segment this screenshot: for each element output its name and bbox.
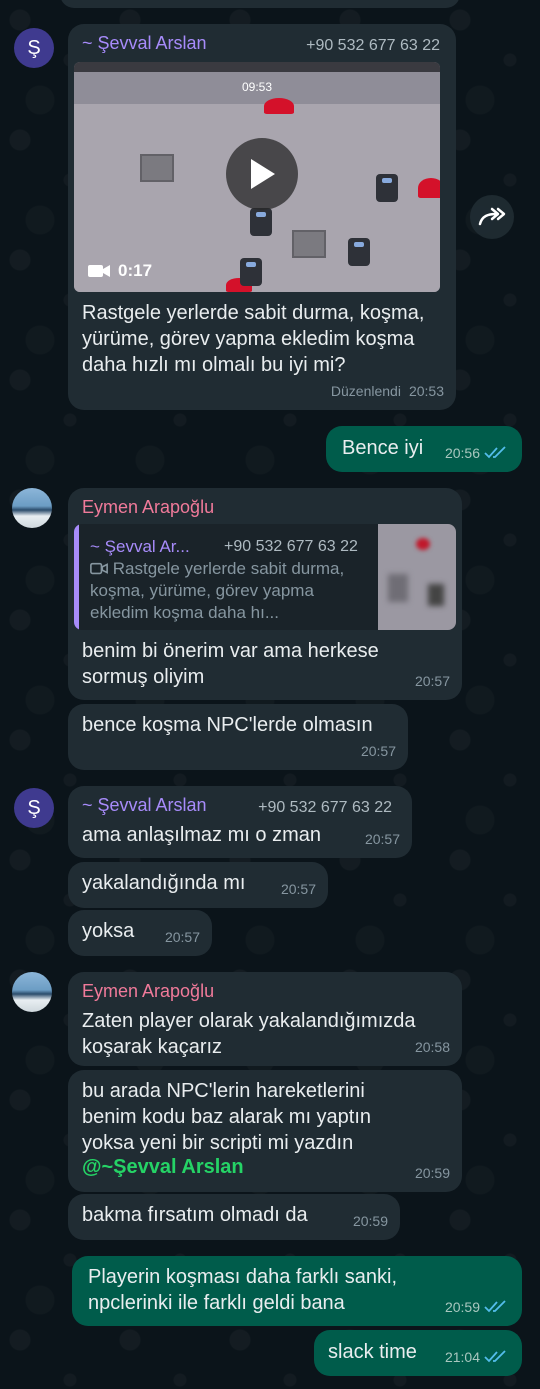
message-meta: 21:04 [445,1344,510,1370]
sender-name[interactable]: Eymen Arapoğlu [82,980,448,1002]
avatar-initial: Ş [27,36,41,59]
scene-red-dome [418,178,440,198]
message-time: 20:56 [444,445,480,461]
video-camera-icon [88,265,110,277]
incoming-message[interactable]: bu arada NPC'lerin hareketlerini benim k… [68,1070,462,1192]
quote-text: Rastgele yerlerde sabit durma, koşma, yü… [90,558,360,624]
edited-label: Düzenlendi [330,383,401,399]
mention-link[interactable]: @~Şevval Arslan [82,1154,244,1180]
message-meta: 20:57 [165,924,200,950]
message-text: bu arada NPC'lerin hareketlerini benim k… [82,1080,372,1154]
message-text: Playerin koşması daha farklı sanki, npcl… [88,1266,398,1314]
scene-robot [240,258,262,286]
quote-phone: +90 532 677 63 22 [224,538,358,555]
avatar-eymen[interactable] [12,488,52,528]
message-meta: 20:58 [415,1034,450,1060]
message-meta: 20:59 [353,1208,388,1234]
incoming-message[interactable]: bence koşma NPC'lerde olmasın 20:57 [68,704,408,770]
message-text: slack time [328,1341,417,1363]
sender-name[interactable]: Eymen Arapoğlu [82,496,448,518]
forward-icon [478,207,506,226]
outgoing-message[interactable]: Bence iyi 20:56 [326,426,522,472]
quote-accent-bar [74,524,79,630]
message-time: 20:57 [414,673,450,689]
scene-crate [292,230,326,258]
chat-message-list[interactable]: Ş ~ Şevval Arslan +90 532 677 63 22 09:5… [0,0,540,1389]
message-time: 20:57 [360,743,396,759]
video-editor-toolbar [74,62,440,72]
incoming-message[interactable]: yakalandığında mı 20:57 [68,862,328,908]
incoming-message[interactable]: yoksa 20:57 [68,910,212,956]
avatar-sevval[interactable]: Ş [14,788,54,828]
message-time: 20:57 [364,831,400,847]
message-time: 21:04 [444,1349,480,1365]
message-time: 20:59 [352,1213,388,1229]
message-time: 20:57 [164,929,200,945]
quote-video-thumbnail [378,524,456,630]
message-meta: 20:57 [361,738,396,764]
message-meta: 20:56 [445,440,510,466]
message-text: bakma fırsatım olmadı da [82,1204,308,1226]
outgoing-message[interactable]: slack time 21:04 [314,1330,522,1376]
message-meta: 20:59 [445,1294,510,1320]
play-button[interactable] [226,138,298,210]
scene-crate [140,154,174,182]
double-check-read-icon [484,1350,506,1363]
message-text: Rastgele yerlerde sabit durma, koşma, yü… [82,302,425,376]
message-time: 20:59 [444,1299,480,1315]
previous-message-clipped[interactable] [60,0,460,8]
message-text: Zaten player olarak yakalandığımızda koş… [82,1010,416,1058]
quote-text-content: Rastgele yerlerde sabit durma, koşma, yü… [90,559,345,622]
message-text: Bence iyi [342,437,424,459]
avatar-initial: Ş [27,796,41,819]
video-timestamp: 09:53 [241,80,273,94]
incoming-message[interactable]: Eymen Arapoğlu Zaten player olarak yakal… [68,972,462,1066]
message-text: ama anlaşılmaz mı o zman [82,824,321,846]
video-duration: 0:17 [88,258,152,284]
video-camera-icon [90,562,108,575]
message-time: 20:57 [280,881,316,897]
message-meta: 20:57 [415,668,450,694]
avatar-sevval[interactable]: Ş [14,28,54,68]
message-text: benim bi önerim var ama herkese sormuş o… [82,640,379,688]
play-icon [251,159,275,189]
message-meta: 20:57 [365,826,400,852]
message-time: 20:53 [408,383,444,399]
message-text: yakalandığında mı [82,872,246,894]
message-text: bence koşma NPC'lerde olmasın [82,714,373,736]
avatar-eymen[interactable] [12,972,52,1012]
video-duration-label: 0:17 [118,261,153,280]
incoming-message[interactable]: ~ Şevval Arslan +90 532 677 63 22 ama an… [68,786,412,858]
outgoing-message[interactable]: Playerin koşması daha farklı sanki, npcl… [72,1256,522,1326]
reply-message-bubble[interactable]: Eymen Arapoğlu ~ Şevval Ar... +90 532 67… [68,488,462,700]
scene-robot [250,208,272,236]
scene-robot [376,174,398,202]
message-video-bubble[interactable]: ~ Şevval Arslan +90 532 677 63 22 09:53 … [68,24,456,410]
message-time: 20:58 [414,1039,450,1055]
incoming-message[interactable]: bakma fırsatım olmadı da 20:59 [68,1194,400,1240]
quote-sender: ~ Şevval Ar... [90,537,190,556]
double-check-read-icon [484,446,506,459]
scene-robot [348,238,370,266]
message-meta: 20:59 [415,1160,450,1186]
quoted-message[interactable]: ~ Şevval Ar... +90 532 677 63 22 Rastgel… [74,524,456,630]
message-meta: 20:57 [281,876,316,902]
message-time: 20:59 [414,1165,450,1181]
message-text: yoksa [82,920,135,942]
sender-phone: +90 532 677 63 22 [306,37,440,54]
double-check-read-icon [484,1300,506,1313]
video-thumbnail[interactable]: 09:53 0:17 [74,62,440,292]
sender-phone: +90 532 677 63 22 [258,799,392,816]
forward-button[interactable] [470,195,514,239]
scene-red-dome [264,98,294,114]
message-meta: Düzenlendi 20:53 [331,378,444,404]
